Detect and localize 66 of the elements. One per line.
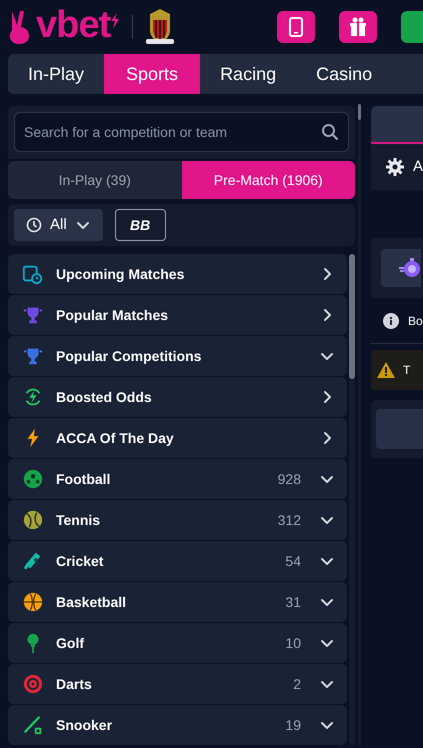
settings-icon (384, 157, 405, 177)
nav-tab[interactable]: Casino (296, 54, 392, 94)
sport-name: Tennis (56, 510, 102, 530)
info-text: Bo (408, 312, 423, 330)
sport-name: Upcoming Matches (56, 264, 186, 284)
time-filter-dropdown[interactable]: All (14, 209, 103, 241)
mode-tab[interactable]: Pre-Match (1906) (182, 161, 355, 199)
sport-list-item[interactable]: Darts 2 (8, 664, 347, 704)
scrollbar-thumb[interactable] (348, 254, 355, 379)
event-count: 312 (278, 510, 301, 530)
sport-list-item[interactable]: Basketball 31 (8, 582, 347, 622)
gift-icon (349, 17, 367, 37)
sport-name: Football (56, 470, 112, 488)
sport-list-item[interactable]: Popular Competitions (8, 336, 347, 376)
info-icon (382, 312, 399, 328)
sport-list-item[interactable]: ACCA Of The Day (8, 418, 347, 458)
club-crest-icon (145, 8, 176, 46)
sport-name: Popular Competitions (56, 346, 202, 366)
search-input[interactable]: Search for a competition or team (24, 122, 321, 142)
sport-name: Snooker (56, 716, 114, 734)
sport-name: Darts (56, 674, 93, 694)
sport-list-item[interactable]: Football 928 (8, 459, 347, 499)
scrollbar-thumb[interactable] (358, 104, 361, 120)
sport-list-item[interactable]: Snooker 19 (8, 705, 347, 745)
sport-name: Cricket (56, 552, 104, 570)
sport-list-item[interactable]: Boosted Odds (8, 377, 347, 417)
event-count: 19 (285, 716, 301, 734)
sport-name: Popular Matches (56, 306, 170, 325)
bet-builder-button[interactable]: BB (114, 209, 166, 241)
mobile-app-button[interactable] (277, 11, 315, 43)
sport-name: Golf (56, 634, 85, 652)
football-icon (22, 468, 44, 490)
tennis-ball-icon (22, 509, 44, 531)
clock-icon (26, 217, 42, 233)
sport-list-item[interactable]: Cricket 54 (8, 541, 347, 581)
warning-text: T (402, 362, 410, 379)
event-count: 10 (285, 634, 301, 652)
basketball-icon (22, 591, 44, 613)
gift-button[interactable] (339, 11, 377, 43)
settings-label: A (412, 156, 423, 177)
event-count: 2 (293, 674, 301, 694)
warning-icon (376, 362, 395, 378)
nav-tab[interactable]: In-Play (8, 54, 104, 94)
sport-list-item[interactable]: Upcoming Matches (8, 254, 347, 294)
mode-tab[interactable]: In-Play (39) (8, 161, 182, 199)
tab-strip (370, 106, 423, 144)
sport-name: ACCA Of The Day (56, 428, 175, 448)
event-count: 54 (285, 552, 301, 570)
sport-list-item[interactable]: Golf 10 (8, 623, 347, 663)
nav-tab[interactable]: Sports (104, 54, 200, 94)
nav-tab[interactable]: Racing (200, 54, 296, 94)
spark-icon (110, 13, 120, 29)
calendar-clock-icon (22, 263, 44, 285)
sport-list-item[interactable]: Popular Matches (8, 295, 347, 335)
brand-logo: vbet (36, 6, 110, 44)
event-count: 928 (278, 470, 301, 488)
snooker-cue-icon (22, 714, 44, 736)
sport-list-item[interactable]: Tennis 312 (8, 500, 347, 540)
sport-name: Boosted Odds (56, 388, 153, 406)
search-icon (320, 123, 339, 141)
search-field[interactable]: Search for a competition or team (14, 112, 349, 152)
target-icon (22, 673, 44, 695)
stopwatch-icon (396, 256, 421, 280)
phone-icon (289, 17, 303, 37)
event-count: 31 (285, 592, 301, 612)
sport-name: Basketball (56, 592, 128, 612)
